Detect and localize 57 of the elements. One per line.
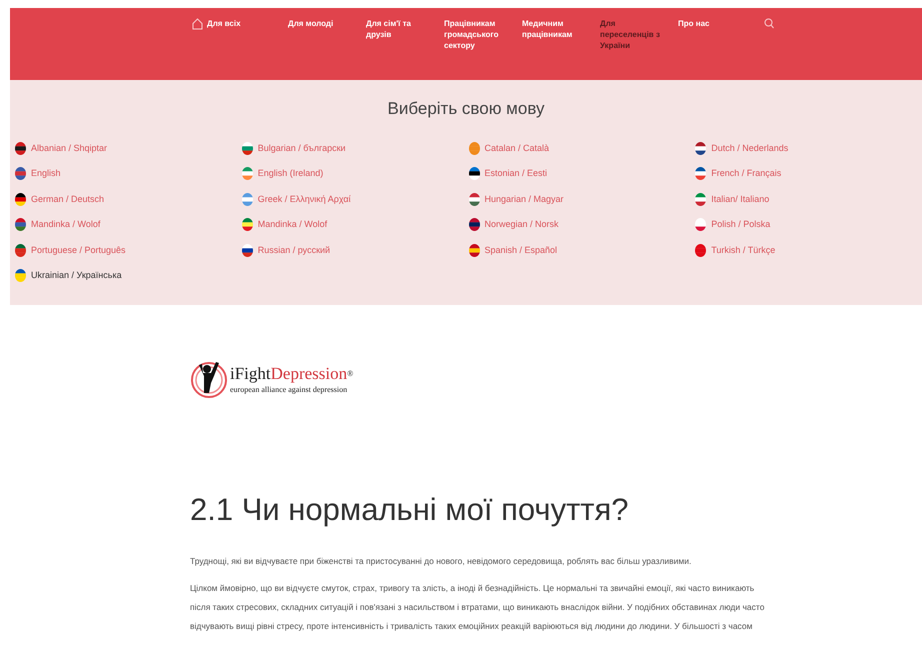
search-icon[interactable] [764,18,774,29]
nav-link[interactable]: Для всіх [192,18,274,30]
home-icon [192,18,203,30]
language-link[interactable]: Russian / русский [242,244,330,257]
nav-link[interactable]: Для сім'ї та друзів [366,18,430,40]
article-paragraph: Труднощі, які ви відчуваєте при біженстві та пристосуванні до нового, невідомого середовища, роблять вас більш уразливими. [190,554,692,568]
language-link[interactable]: Hungarian / Magyar [468,192,564,206]
nav-link[interactable]: Медичним працівникам [522,18,586,40]
language-link[interactable]: Polish / Polska [695,218,770,232]
flag-icon [468,218,480,232]
flag-icon [695,167,706,180]
flag-icon [242,192,253,206]
flag-icon [695,192,706,206]
flag-icon [242,218,253,232]
flag-icon [468,244,480,257]
logo-wordmark: iFightDepression® [230,364,354,384]
flag-icon [242,142,253,155]
language-link[interactable]: English (Ireland) [242,167,324,180]
language-link[interactable]: Mandinka / Wolof [15,218,100,232]
flag-icon [468,142,480,155]
nav-link[interactable]: Для молоді [288,18,352,29]
article-paragraph: Цілком ймовірно, що ви відчуєте смуток, страх, тривогу та злість, а іноді й безнадійність. Це нормальні та звичайні емоції, які часто виникають після таких стресових, складних ситуацій і пов'язані з насильством і втратами, що виникають внаслідок війни. У подібних обставинах люди часто відчувають вищі рівні стресу, проте інтенсивність і тривалість таких емоційних реакцій варіюються від людини до людини. У більшості з часом [190,582,765,633]
language-link[interactable]: Albanian / Shqiptar [15,142,108,155]
flag-icon [15,269,26,282]
nav-link[interactable]: Для переселенців з України [600,18,664,51]
article-heading: 2.1 Чи нормальні мої почуття? [190,491,629,529]
flag-icon [695,142,706,155]
flag-icon [242,244,253,257]
flag-icon [15,167,26,180]
flag-icon [15,244,26,257]
flag-icon [15,142,26,155]
flag-icon [695,218,706,232]
language-link[interactable]: Italian/ Italiano [695,192,770,206]
language-link[interactable]: Estonian / Eesti [468,167,548,180]
nav-link[interactable]: Працівникам громадського сектору [444,18,508,51]
logo-tagline: european alliance against depression [230,384,348,396]
flag-icon [468,192,480,206]
flag-icon [242,167,253,180]
language-link[interactable]: Dutch / Nederlands [695,142,788,155]
flag-icon [695,244,706,257]
language-link[interactable]: Ukrainian / Українська [15,269,122,282]
language-link[interactable]: Bulgarian / български [242,142,346,155]
language-link[interactable]: Portuguese / Português [15,244,126,257]
flag-icon [15,192,26,206]
flag-icon [468,167,480,180]
language-link[interactable]: German / Deutsch [15,192,104,206]
language-link[interactable]: Turkish / Türkçe [695,244,776,257]
language-link[interactable]: Mandinka / Wolof [242,218,328,232]
language-link[interactable]: Spanish / Español [468,244,558,257]
language-link[interactable]: French / Français [695,167,782,180]
language-link[interactable]: Norwegian / Norsk [468,218,559,232]
nav-link[interactable]: Про нас [678,18,742,29]
language-link[interactable]: Greek / Ελληνική Αρχαί [242,192,351,206]
language-link[interactable]: Catalan / Català [468,142,550,155]
flag-icon [15,218,26,232]
language-link[interactable]: English [15,167,61,180]
language-title: Виберіть свою мову [387,98,544,120]
